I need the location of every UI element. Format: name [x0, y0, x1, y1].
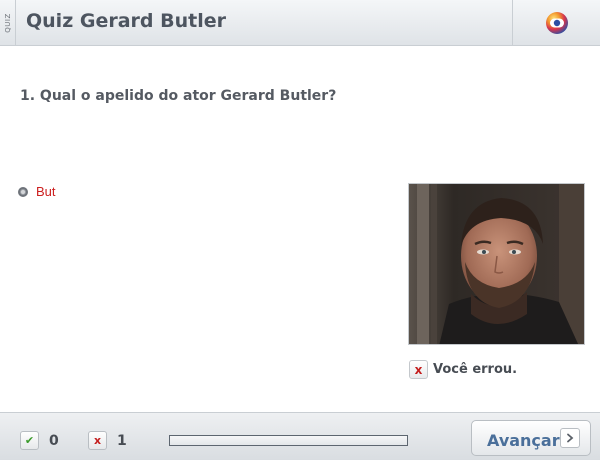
logo-container: [512, 0, 600, 46]
globo-logo-icon: [545, 12, 568, 34]
correct-count: 0: [49, 432, 59, 449]
check-icon: ✔: [20, 431, 39, 450]
cross-icon: x: [88, 431, 107, 450]
wrong-count: 1: [117, 432, 127, 449]
feedback-text: Você errou.: [433, 362, 518, 377]
advance-button-label: Avançar: [487, 431, 560, 450]
question-text: 1. Qual o apelido do ator Gerard Butler?: [20, 88, 337, 104]
progress-bar: [169, 435, 408, 446]
wrong-icon: x: [409, 360, 428, 379]
actor-photo-image: [409, 184, 584, 344]
quiz-header: QUIZ Quiz Gerard Butler: [0, 0, 600, 46]
quiz-side-tab: QUIZ: [0, 0, 16, 46]
wrong-score: x 1: [88, 431, 127, 450]
advance-button[interactable]: Avançar: [471, 420, 591, 456]
answer-option-label: But: [36, 184, 56, 199]
correct-score: ✔ 0: [20, 431, 59, 450]
quiz-side-tab-label: QUIZ: [3, 13, 12, 33]
actor-photo: [408, 183, 585, 345]
chevron-right-icon: [560, 428, 580, 448]
radio-selected-icon[interactable]: [18, 186, 28, 197]
answer-feedback: x Você errou.: [409, 360, 517, 379]
page-title: Quiz Gerard Butler: [26, 10, 226, 32]
answer-option[interactable]: But: [18, 184, 56, 199]
